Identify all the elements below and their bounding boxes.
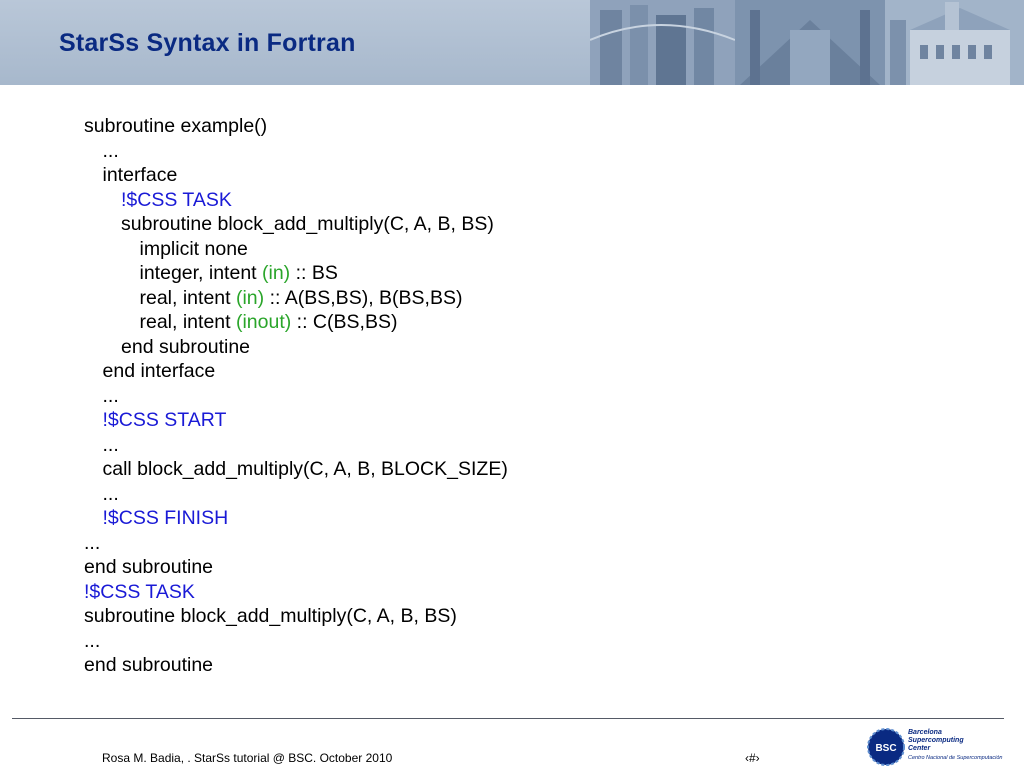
footer-credit: Rosa M. Badia, . StarSs tutorial @ BSC. … [102,751,393,765]
code-line: real, intent (in) :: A(BS,BS), B(BS,BS) [84,286,508,311]
code-line: real, intent (inout) :: C(BS,BS) [84,310,508,335]
code-text: :: BS [290,262,338,284]
code-line: subroutine block_add_multiply(C, A, B, B… [84,604,508,629]
header-photo-collage [590,0,1024,85]
code-text: real, intent [139,311,236,333]
code-text: interface [102,164,178,186]
code-line: ... [84,433,508,458]
code-line: subroutine example() [84,114,508,139]
code-text: integer, intent [139,262,263,284]
bsc-logo-mark: BSC [867,728,905,766]
code-text: :: A(BS,BS), B(BS,BS) [264,286,463,309]
code-line: ... [84,139,508,164]
code-line: ... [84,629,508,654]
code-text: subroutine block_add_multiply(C, A, B, B… [121,213,494,235]
slide-title: StarSs Syntax in Fortran [59,29,356,57]
code-text: ... [84,531,101,554]
code-line: !$CSS FINISH [84,506,508,531]
code-text: end interface [102,360,216,382]
code-text: ... [102,482,119,505]
code-text: call block_add_multiply(C, A, B, BLOCK_S… [102,458,508,480]
intent-text: (in) [262,262,291,284]
code-text: ... [102,139,119,162]
logo-name: Barcelona Supercomputing Center [908,729,964,753]
code-line: ... [84,384,508,409]
code-line: ... [84,531,508,556]
code-text: end subroutine [84,654,214,676]
code-text: implicit none [139,237,248,260]
logo-name-line: Supercomputing [908,737,964,744]
code-line: end subroutine [84,335,508,360]
directive-text: !$CSS TASK [121,188,232,211]
code-line: end subroutine [84,555,508,580]
bsc-logo: BSC Barcelona Supercomputing Center Cent… [866,727,1024,767]
code-line: !$CSS START [84,408,508,433]
logo-name-line: Center [908,745,931,752]
code-line: call block_add_multiply(C, A, B, BLOCK_S… [84,457,508,482]
slide-header: StarSs Syntax in Fortran [0,0,1024,85]
directive-text: !$CSS FINISH [102,507,229,529]
code-text: ... [84,629,101,652]
logo-badge-text: BSC [875,743,896,754]
code-text: subroutine example() [84,115,268,137]
code-text: end subroutine [84,556,214,578]
code-text: real, intent [139,286,236,309]
code-line: !$CSS TASK [84,188,508,213]
code-line: end interface [84,359,508,384]
code-text: :: C(BS,BS) [291,311,398,333]
code-line: interface [84,163,508,188]
code-text: subroutine block_add_multiply(C, A, B, B… [84,605,457,627]
directive-text: !$CSS TASK [84,580,195,603]
intent-text: (in) [235,286,265,309]
code-line: subroutine block_add_multiply(C, A, B, B… [84,212,508,237]
code-line: ... [84,482,508,507]
code-line: !$CSS TASK [84,580,508,605]
code-text: ... [102,433,119,456]
code-text: ... [102,384,119,407]
logo-subtitle: Centro Nacional de Supercomputación [908,755,1003,761]
code-line: implicit none [84,237,508,262]
directive-text: !$CSS START [102,409,227,431]
code-text: end subroutine [121,335,251,358]
code-line: end subroutine [84,653,508,678]
code-line: integer, intent (in) :: BS [84,261,508,286]
footer-divider [12,718,1004,719]
page-number: ‹#› [745,751,760,765]
intent-text: (inout) [235,311,292,333]
logo-name-line: Barcelona [908,729,942,736]
fortran-code-block: subroutine example()... interface !$CSS TA… [84,114,508,678]
